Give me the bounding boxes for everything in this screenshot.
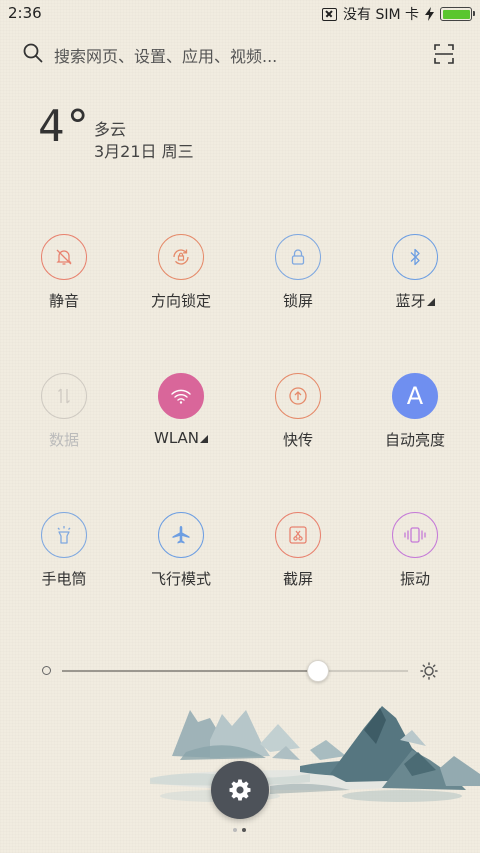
flashlight-icon-glyph bbox=[57, 526, 71, 544]
mountain-landscape-illustration bbox=[150, 706, 480, 802]
bluetooth-icon-glyph bbox=[410, 248, 420, 266]
status-time: 2:36 bbox=[8, 4, 42, 22]
toggle-flashlight[interactable]: 手电筒 bbox=[9, 512, 119, 612]
brightness-fill bbox=[62, 670, 319, 672]
battery-fill bbox=[442, 9, 470, 19]
toggle-quick-transfer[interactable]: 快传 bbox=[243, 373, 353, 473]
toggle-vibrate[interactable]: 振动 bbox=[360, 512, 470, 612]
rotation-lock-icon[interactable] bbox=[158, 234, 204, 280]
toggle-label: 自动亮度 bbox=[360, 429, 470, 450]
search-bar[interactable]: 搜索网页、设置、应用、视频... bbox=[14, 34, 466, 74]
wifi-icon-glyph bbox=[171, 389, 191, 404]
bell-off-icon-glyph bbox=[56, 249, 72, 265]
toggle-label: 静音 bbox=[9, 290, 119, 311]
toggle-airplane[interactable]: 飞行模式 bbox=[126, 512, 236, 612]
bell-off-icon[interactable] bbox=[41, 234, 87, 280]
toggle-label-text: 蓝牙 bbox=[395, 292, 426, 310]
weather-condition: 多云 bbox=[94, 120, 127, 139]
toggle-label: WLAN bbox=[126, 429, 236, 447]
toggle-label-text: 自动亮度 bbox=[384, 431, 445, 449]
charging-bolt-icon bbox=[425, 7, 434, 21]
bluetooth-icon[interactable] bbox=[392, 234, 438, 280]
page-dot bbox=[233, 828, 237, 832]
brightness-track[interactable] bbox=[62, 660, 408, 682]
expand-arrow-icon[interactable] bbox=[426, 298, 435, 306]
quick-transfer-icon[interactable] bbox=[275, 373, 321, 419]
toggle-label-text: WLAN bbox=[153, 429, 199, 447]
search-input[interactable]: 搜索网页、设置、应用、视频... bbox=[54, 43, 277, 67]
battery-icon bbox=[440, 7, 475, 21]
airplane-icon-glyph bbox=[172, 526, 190, 544]
toggle-label: 数据 bbox=[9, 429, 119, 450]
toggle-label: 方向锁定 bbox=[126, 290, 236, 311]
screenshot-icon[interactable] bbox=[275, 512, 321, 558]
toggle-label: 振动 bbox=[360, 568, 470, 589]
mobile-data-icon[interactable] bbox=[41, 373, 87, 419]
screenshot-icon-glyph bbox=[289, 526, 307, 544]
wifi-icon[interactable] bbox=[158, 373, 204, 419]
page-indicator bbox=[233, 828, 246, 832]
auto-brightness-letter: A bbox=[406, 382, 424, 410]
toggle-label: 锁屏 bbox=[243, 290, 353, 311]
status-bar: 2:36 没有 SIM 卡 bbox=[0, 0, 480, 28]
carrier-text: 没有 SIM 卡 bbox=[343, 7, 419, 23]
settings-button[interactable] bbox=[211, 761, 269, 819]
airplane-icon[interactable] bbox=[158, 512, 204, 558]
brightness-low-icon bbox=[42, 666, 51, 675]
toggle-wifi[interactable]: WLAN bbox=[126, 373, 236, 473]
brightness-high-icon bbox=[420, 662, 438, 680]
toggle-lock[interactable]: 锁屏 bbox=[243, 234, 353, 334]
toggle-label-text: 飞行模式 bbox=[150, 570, 211, 588]
toggle-label: 快传 bbox=[243, 429, 353, 450]
toggle-label-text: 截屏 bbox=[282, 570, 313, 588]
toggle-label: 蓝牙 bbox=[360, 290, 470, 311]
toggle-label-text: 静音 bbox=[48, 292, 79, 310]
toggle-label: 截屏 bbox=[243, 568, 353, 589]
toggle-screenshot[interactable]: 截屏 bbox=[243, 512, 353, 612]
toggle-label-text: 锁屏 bbox=[282, 292, 313, 310]
quick-transfer-icon-glyph bbox=[289, 387, 307, 405]
auto-brightness-icon[interactable]: A bbox=[392, 373, 438, 419]
weather-temperature: 4° bbox=[38, 101, 91, 152]
brightness-thumb[interactable] bbox=[307, 660, 330, 682]
toggle-auto-brightness[interactable]: A 自动亮度 bbox=[360, 373, 470, 473]
page-dot bbox=[242, 828, 246, 832]
toggle-rotation-lock[interactable]: 方向锁定 bbox=[126, 234, 236, 334]
toggle-label: 飞行模式 bbox=[126, 568, 236, 589]
toggle-label-text: 方向锁定 bbox=[150, 292, 211, 310]
flashlight-icon[interactable] bbox=[41, 512, 87, 558]
gear-icon bbox=[229, 779, 251, 801]
vibrate-icon-glyph bbox=[404, 527, 426, 543]
lock-icon-glyph bbox=[291, 249, 305, 265]
lock-icon[interactable] bbox=[275, 234, 321, 280]
toggle-label-text: 手电筒 bbox=[41, 570, 87, 588]
scan-icon[interactable] bbox=[434, 44, 454, 64]
vibrate-icon[interactable] bbox=[392, 512, 438, 558]
expand-arrow-icon[interactable] bbox=[200, 435, 208, 443]
rotation-lock-icon-glyph bbox=[173, 249, 189, 265]
no-sim-icon bbox=[322, 7, 337, 21]
toggle-label-text: 数据 bbox=[48, 431, 79, 449]
toggle-label-text: 快传 bbox=[282, 431, 313, 449]
status-right: 没有 SIM 卡 bbox=[322, 4, 475, 24]
mobile-data-icon-glyph bbox=[58, 388, 70, 404]
toggle-mobile-data[interactable]: 数据 bbox=[9, 373, 119, 473]
toggle-label: 手电筒 bbox=[9, 568, 119, 589]
toggle-label-text: 振动 bbox=[399, 570, 430, 588]
search-icon[interactable] bbox=[22, 42, 44, 64]
weather-date: 3月21日 周三 bbox=[94, 142, 194, 161]
toggle-bell-off[interactable]: 静音 bbox=[9, 234, 119, 334]
toggle-bluetooth[interactable]: 蓝牙 bbox=[360, 234, 470, 334]
